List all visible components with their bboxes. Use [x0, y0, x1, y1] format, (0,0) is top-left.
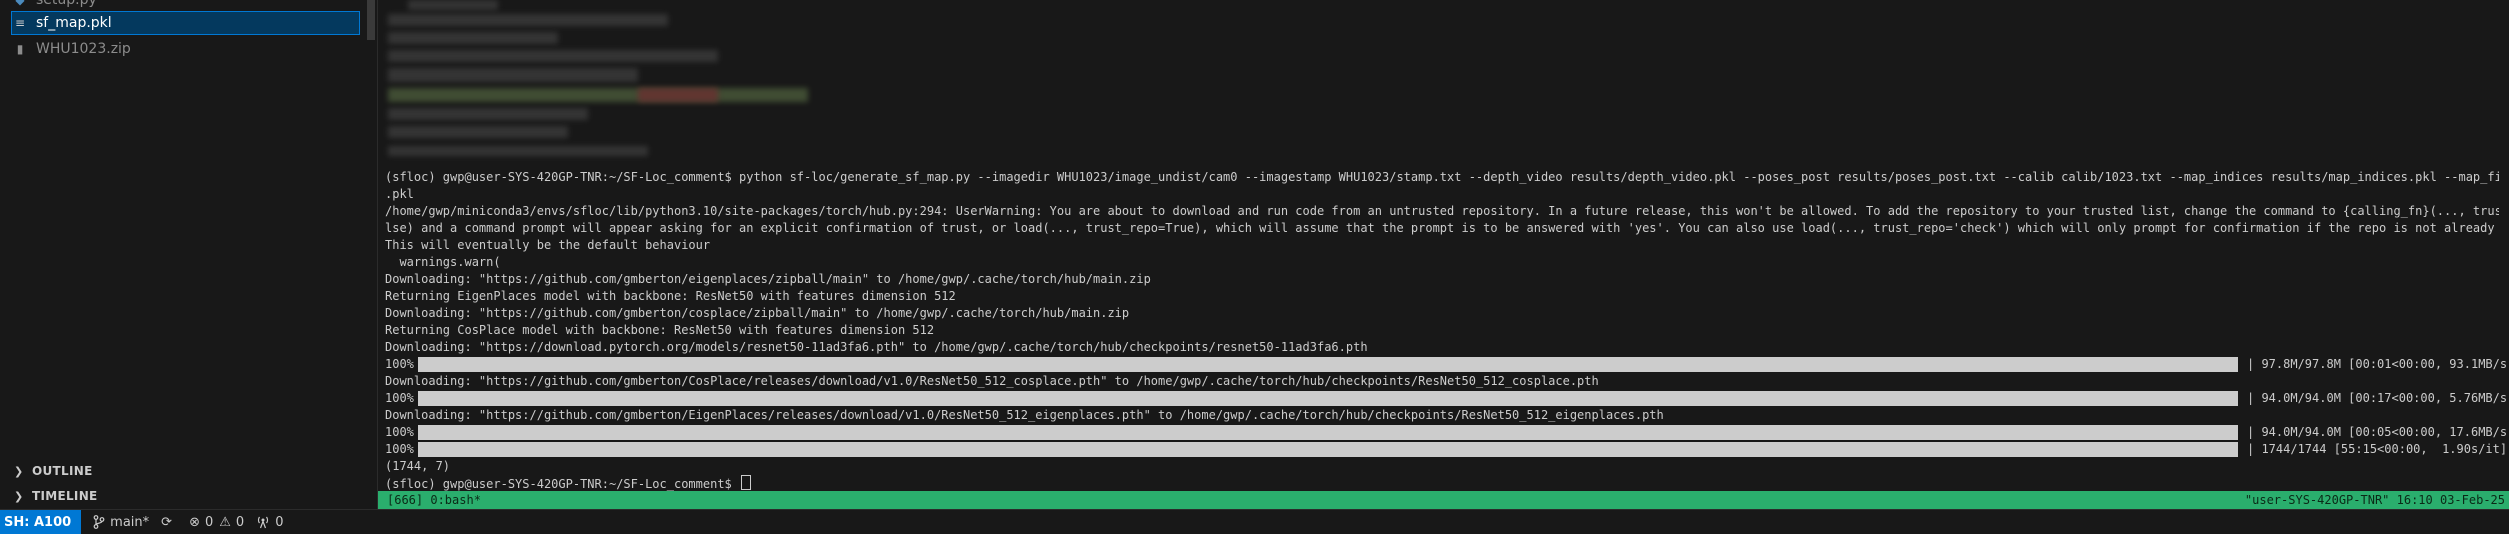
radio-tower-icon — [256, 515, 270, 529]
shell-prompt: (sfloc) gwp@user-SYS-420GP-TNR:~/SF-Loc_… — [385, 477, 740, 491]
ports-indicator[interactable]: 0 — [256, 515, 283, 530]
zip-file-icon: ▮ — [16, 42, 24, 56]
redacted-output — [378, 0, 858, 168]
tmux-host-clock: "user-SYS-420GP-TNR" 16:10 03-Feb-25 — [2244, 493, 2505, 507]
tmux-status-bar: [666] 0:bash* "user-SYS-420GP-TNR" 16:10… — [378, 491, 2509, 509]
sync-button[interactable]: ⟳ — [161, 515, 177, 530]
progress-stats: | 94.0M/94.0M [00:17<00:00, 5.76MB/s] — [2247, 391, 2509, 405]
progress-fill — [418, 357, 2238, 372]
terminal-line: .pkl — [385, 187, 414, 201]
tmux-window-list: [666] 0:bash* — [387, 493, 481, 507]
warning-icon: ⚠ — [219, 514, 231, 530]
explorer-sidebar: ◆ setup.py ≡ sf_map.pkl ▮ WHU1023.zip ❯ … — [0, 0, 378, 509]
progress-fill — [418, 425, 2238, 440]
progress-fill — [418, 442, 2238, 457]
progress-percent: 100% — [385, 357, 414, 371]
terminal-line: Returning EigenPlaces model with backbon… — [385, 289, 956, 303]
terminal-line: lse) and a command prompt will appear as… — [385, 221, 2499, 235]
terminal-result-line: (1744, 7) — [385, 459, 451, 473]
file-setup-py[interactable]: ◆ setup.py — [12, 0, 359, 11]
progress-stats: | 1744/1744 [55:15<00:00, 1.90s/it] — [2247, 442, 2508, 456]
git-branch-icon — [93, 515, 105, 529]
terminal-prompt-line[interactable]: (sfloc) gwp@user-SYS-420GP-TNR:~/SF-Loc_… — [385, 475, 2499, 492]
git-branch-label: main* — [110, 514, 150, 530]
error-icon: ⊗ — [189, 514, 200, 530]
progress-percent: 100% — [385, 425, 414, 439]
python-file-icon: ◆ — [15, 0, 25, 7]
ports-count: 0 — [275, 514, 284, 530]
progress-stats: | 94.0M/94.0M [00:05<00:00, 17.6MB/s] — [2247, 425, 2509, 439]
file-icon: ≡ — [14, 16, 26, 30]
remote-label: SH: A100 — [4, 514, 72, 530]
terminal-line: Downloading: "https://download.pytorch.o… — [385, 340, 1368, 354]
chevron-right-icon: ❯ — [14, 489, 24, 503]
terminal-line: Returning CosPlace model with backbone: … — [385, 323, 935, 337]
error-count: 0 — [204, 514, 214, 530]
git-branch[interactable]: main* — [93, 515, 149, 530]
terminal-line: Downloading: "https://github.com/gmberto… — [385, 374, 1599, 388]
progress-bar-map: 100% | 1744/1744 [55:15<00:00, 1.90s/it] — [385, 441, 2507, 458]
progress-bar-resnet50: 100% | 97.8M/97.8M [00:01<00:00, 93.1MB/… — [385, 356, 2509, 373]
progress-bar-cosplace: 100% | 94.0M/94.0M [00:17<00:00, 5.76MB/… — [385, 390, 2509, 407]
problems-indicator[interactable]: ⊗ 0 ⚠ 0 — [189, 515, 244, 530]
file-label: setup.py — [36, 0, 97, 8]
terminal-line: Downloading: "https://github.com/gmberto… — [385, 306, 1130, 320]
remote-indicator[interactable]: SH: A100 — [0, 510, 82, 534]
terminal-line: Downloading: "https://github.com/gmberto… — [385, 272, 1151, 286]
terminal-cursor — [741, 475, 752, 490]
sync-icon: ⟳ — [161, 514, 173, 530]
file-whu1023-zip[interactable]: ▮ WHU1023.zip — [12, 38, 359, 60]
outline-label: OUTLINE — [32, 464, 93, 478]
outline-section-header[interactable]: ❯ OUTLINE — [0, 460, 377, 482]
status-bar: SH: A100 main* ⟳ ⊗ 0 ⚠ 0 0 — [0, 509, 2509, 534]
timeline-section-header[interactable]: ❯ TIMELINE — [0, 485, 377, 507]
progress-percent: 100% — [385, 442, 414, 456]
terminal-line: warnings.warn( — [385, 255, 501, 269]
terminal-panel[interactable]: (sfloc) gwp@user-SYS-420GP-TNR:~/SF-Loc_… — [378, 0, 2509, 509]
terminal-line: /home/gwp/miniconda3/envs/sfloc/lib/pyth… — [385, 204, 2499, 218]
terminal-line: (sfloc) gwp@user-SYS-420GP-TNR:~/SF-Loc_… — [385, 170, 2499, 184]
progress-fill — [418, 391, 2238, 406]
sidebar-scrollbar[interactable] — [367, 0, 375, 40]
terminal-line: Downloading: "https://github.com/gmberto… — [385, 408, 1664, 422]
progress-bar-eigenplaces: 100% | 94.0M/94.0M [00:05<00:00, 17.6MB/… — [385, 424, 2509, 441]
file-label: WHU1023.zip — [36, 41, 131, 57]
terminal-line: This will eventually be the default beha… — [385, 238, 711, 252]
file-label: sf_map.pkl — [36, 15, 112, 31]
progress-percent: 100% — [385, 391, 414, 405]
warning-count: 0 — [235, 514, 245, 530]
progress-stats: | 97.8M/97.8M [00:01<00:00, 93.1MB/s] — [2247, 357, 2509, 371]
timeline-label: TIMELINE — [32, 489, 98, 503]
chevron-right-icon: ❯ — [14, 464, 24, 478]
file-sf-map-pkl[interactable]: ≡ sf_map.pkl — [11, 11, 360, 35]
